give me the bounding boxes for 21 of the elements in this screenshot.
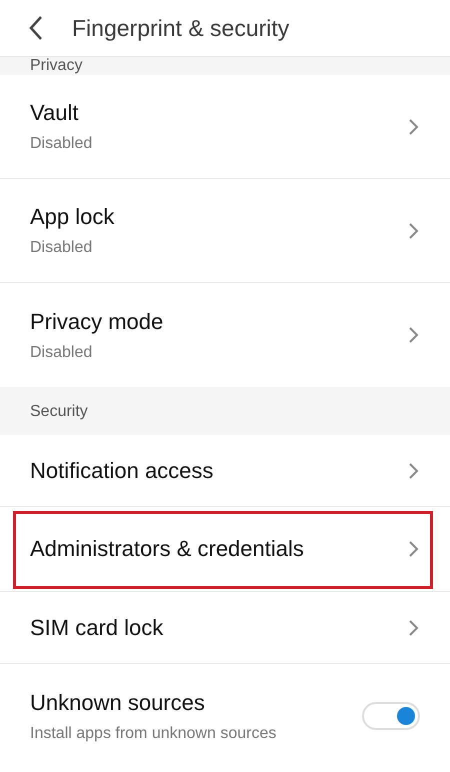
section-title: Privacy (30, 57, 82, 75)
section-title: Security (30, 403, 88, 421)
chevron-right-icon (408, 118, 420, 136)
chevron-right-icon (408, 326, 420, 344)
item-subtitle: Disabled (30, 135, 94, 153)
item-title: Privacy mode (30, 308, 164, 334)
page-title: Fingerprint & security (72, 14, 290, 42)
toggle-switch[interactable] (362, 702, 420, 730)
chevron-right-icon (408, 222, 420, 240)
item-title: App lock (30, 204, 116, 230)
item-subtitle: Install apps from unknown sources (30, 724, 278, 742)
item-title: Unknown sources (30, 690, 206, 716)
chevron-right-icon (408, 618, 420, 636)
item-title: Notification access (30, 458, 214, 484)
item-title: Vault (30, 100, 80, 126)
chevron-right-icon (408, 462, 420, 480)
item-title: Administrators & credentials (30, 536, 305, 562)
item-subtitle: Disabled (30, 344, 94, 362)
chevron-right-icon (408, 540, 420, 558)
item-subtitle: Disabled (30, 239, 94, 257)
item-title: SIM card lock (30, 614, 164, 640)
